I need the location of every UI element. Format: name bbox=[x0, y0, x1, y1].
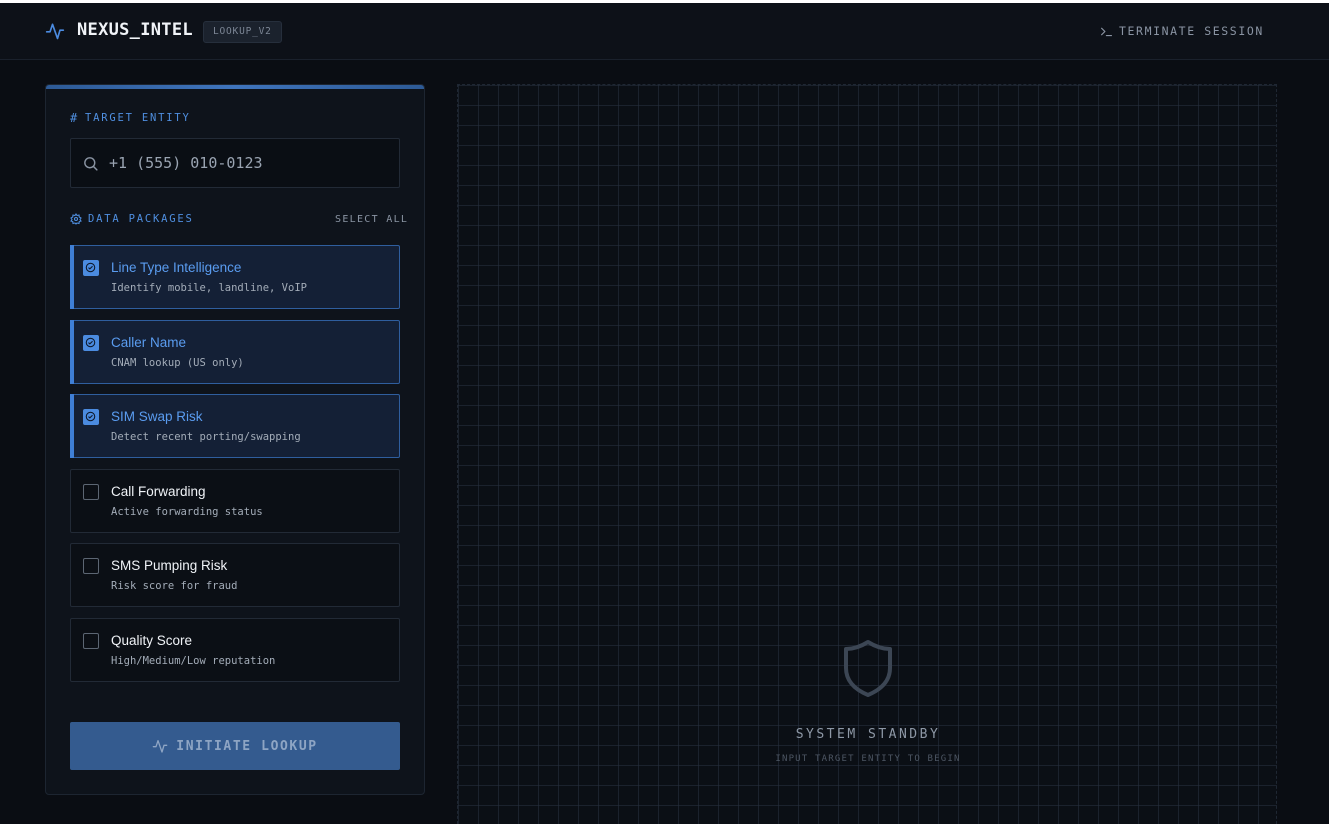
standby-subtitle: INPUT TARGET ENTITY TO BEGIN bbox=[775, 754, 961, 764]
package-description: Detect recent porting/swapping bbox=[111, 431, 301, 443]
package-item[interactable]: SIM Swap Risk Detect recent porting/swapp… bbox=[70, 394, 400, 458]
check-circle-icon bbox=[85, 262, 96, 273]
package-item[interactable]: SMS Pumping Risk Risk score for fraud bbox=[70, 543, 400, 607]
package-title: SMS Pumping Risk bbox=[111, 558, 228, 573]
standby-title: SYSTEM STANDBY bbox=[795, 727, 941, 742]
package-item[interactable]: Line Type Intelligence Identify mobile, l… bbox=[70, 245, 400, 309]
checkbox-checked[interactable] bbox=[83, 260, 99, 276]
package-title: Line Type Intelligence bbox=[111, 260, 242, 275]
shield-icon bbox=[844, 640, 892, 697]
pulse-icon bbox=[152, 740, 168, 753]
package-description: Risk score for fraud bbox=[111, 580, 238, 592]
terminate-session-button[interactable]: TERMINATE SESSION bbox=[1100, 23, 1264, 39]
results-workspace: SYSTEM STANDBY INPUT TARGET ENTITY TO BE… bbox=[457, 84, 1277, 824]
target-entity-label-text: TARGET ENTITY bbox=[85, 112, 191, 124]
checkbox-unchecked[interactable] bbox=[83, 633, 99, 649]
package-title: Caller Name bbox=[111, 335, 187, 350]
package-description: Identify mobile, landline, VoIP bbox=[111, 282, 307, 294]
select-all-button[interactable]: SELECT ALL bbox=[335, 214, 408, 225]
checkbox-checked[interactable] bbox=[83, 335, 99, 351]
package-item[interactable]: Caller Name CNAM lookup (US only) bbox=[70, 320, 400, 384]
hash-icon: # bbox=[70, 111, 80, 125]
package-item[interactable]: Call Forwarding Active forwarding status bbox=[70, 469, 400, 533]
version-badge: LOOKUP_V2 bbox=[203, 21, 282, 43]
app-header: NEXUS_INTEL LOOKUP_V2 TERMINATE SESSION bbox=[0, 3, 1329, 60]
package-description: Active forwarding status bbox=[111, 506, 263, 518]
search-icon bbox=[84, 157, 98, 171]
check-circle-icon bbox=[85, 411, 96, 422]
package-title: Call Forwarding bbox=[111, 484, 206, 499]
terminate-session-label: TERMINATE SESSION bbox=[1119, 24, 1264, 38]
initiate-lookup-button[interactable]: INITIATE LOOKUP bbox=[70, 722, 400, 770]
data-packages-label-text: DATA PACKAGES bbox=[88, 213, 194, 225]
terminal-prompt-icon bbox=[1101, 27, 1112, 36]
settings-icon bbox=[70, 213, 82, 225]
package-description: High/Medium/Low reputation bbox=[111, 655, 276, 667]
package-title: SIM Swap Risk bbox=[111, 409, 203, 424]
check-circle-icon bbox=[85, 337, 96, 348]
panel-accent-bar bbox=[46, 85, 424, 89]
lookup-panel: # TARGET ENTITY DATA PACKAGES SELECT ALL… bbox=[45, 84, 425, 795]
data-packages-label: DATA PACKAGES bbox=[70, 213, 194, 225]
package-item[interactable]: Quality Score High/Medium/Low reputation bbox=[70, 618, 400, 682]
pulse-icon bbox=[45, 23, 65, 40]
checkbox-unchecked[interactable] bbox=[83, 558, 99, 574]
target-entity-label: # TARGET ENTITY bbox=[70, 111, 191, 125]
checkbox-checked[interactable] bbox=[83, 409, 99, 425]
target-search-box[interactable] bbox=[70, 138, 400, 188]
checkbox-unchecked[interactable] bbox=[83, 484, 99, 500]
target-entity-input[interactable] bbox=[109, 139, 389, 187]
package-description: CNAM lookup (US only) bbox=[111, 357, 244, 369]
package-title: Quality Score bbox=[111, 633, 193, 648]
initiate-lookup-label: INITIATE LOOKUP bbox=[176, 738, 318, 754]
brand-name: NEXUS_INTEL bbox=[77, 20, 193, 40]
